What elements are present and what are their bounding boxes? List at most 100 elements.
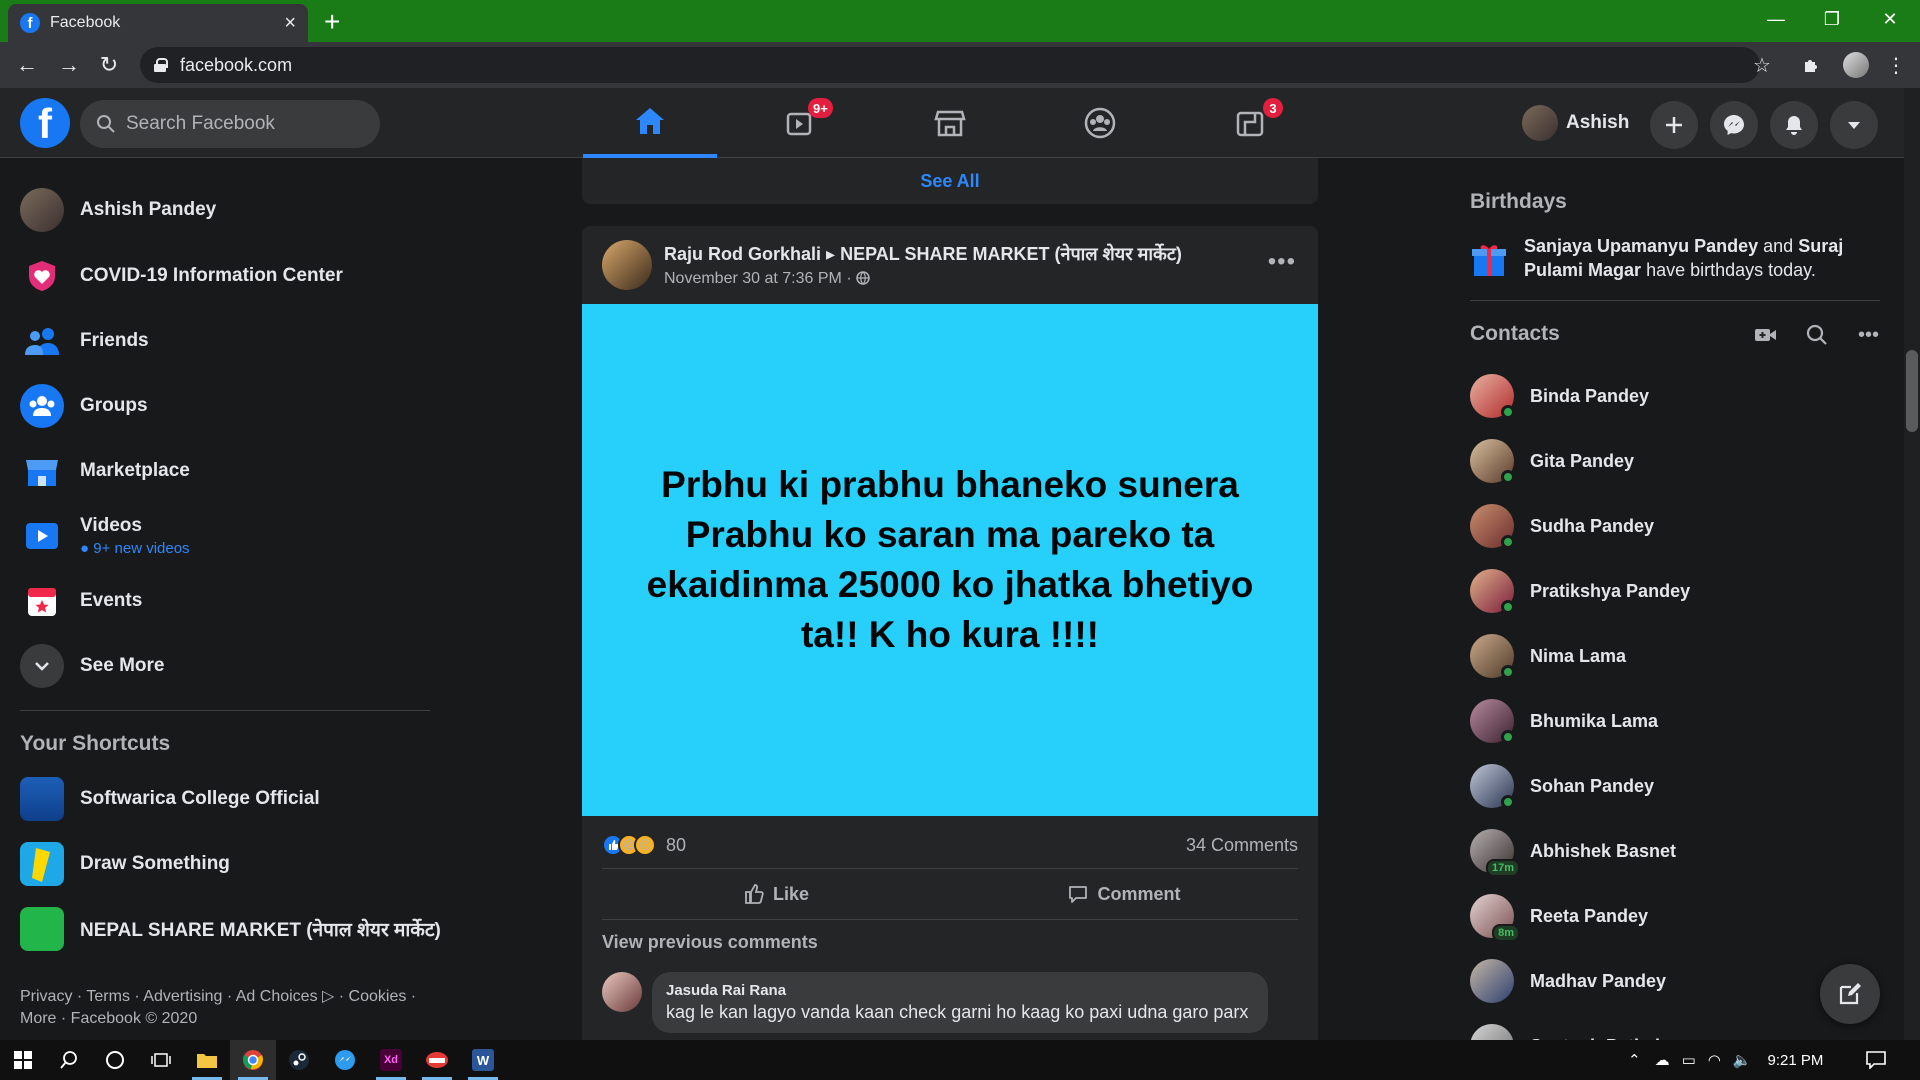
close-tab-icon[interactable]: × [284,12,296,35]
windows-start-icon[interactable] [0,1040,46,1080]
contact-item[interactable]: Sudha Pandey [1470,500,1654,552]
messenger-app-icon[interactable] [322,1040,368,1080]
notifications-center-icon[interactable] [1866,1040,1886,1080]
sidebar-item-covid[interactable]: COVID-19 Information Center [20,248,343,304]
messenger-button[interactable] [1710,101,1758,149]
contact-item[interactable]: Pratikshya Pandey [1470,565,1690,617]
contact-name: Abhishek Basnet [1530,840,1677,861]
contact-item[interactable]: 8m Reeta Pandey [1470,890,1648,942]
comment-count[interactable]: 34 Comments [1186,835,1298,856]
shortcut-draw-something[interactable]: Draw Something [20,836,230,892]
shortcut-softwarica[interactable]: Softwarica College Official [20,771,320,827]
steam-icon[interactable] [276,1040,322,1080]
facebook-logo[interactable]: f [20,98,70,148]
sidebar-item-events[interactable]: Events [20,573,142,629]
browser-profile-avatar[interactable] [1836,42,1876,88]
file-explorer-icon[interactable] [184,1040,230,1080]
footer-links[interactable]: Privacy · Terms · Advertising · Ad Choic… [20,986,440,1030]
volume-icon[interactable]: 🔈 [1733,1051,1752,1069]
tab-gaming[interactable]: 3 [1183,88,1317,158]
shortcut-label: Draw Something [80,853,230,874]
birthday-notice[interactable]: Sanjaya Upamanyu Pandey and Suraj Pulami… [1470,234,1880,282]
new-room-icon[interactable] [1754,318,1778,352]
post-timestamp[interactable]: November 30 at 7:36 PM · [664,270,1182,288]
app-icon[interactable] [414,1040,460,1080]
sidebar-item-label: See More [80,655,165,676]
post-group[interactable]: NEPAL SHARE MARKET (नेपाल शेयर मार्केट) [840,244,1182,264]
battery-icon[interactable]: ▭ [1682,1051,1696,1069]
extensions-puzzle-icon[interactable] [1792,42,1832,88]
page-scrollbar[interactable] [1904,88,1920,1040]
onedrive-icon[interactable]: ☁ [1655,1051,1670,1069]
new-message-button[interactable] [1820,964,1880,1024]
search-icon[interactable] [1806,318,1828,352]
adobe-xd-icon[interactable]: Xd [368,1040,414,1080]
browser-tab[interactable]: f Facebook × [8,4,308,42]
sidebar-item-groups[interactable]: Groups [20,378,148,434]
avatar[interactable] [602,972,642,1012]
minimize-icon[interactable]: — [1748,0,1804,38]
tab-marketplace[interactable] [883,88,1017,158]
chevron-up-icon[interactable]: ⌃ [1628,1051,1641,1069]
new-tab-icon[interactable]: + [324,6,340,38]
sidebar-item-marketplace[interactable]: Marketplace [20,443,190,499]
comment-author[interactable]: Jasuda Rai Rana [666,982,1254,999]
contact-item[interactable]: Madhav Pandey [1470,955,1666,1007]
more-options-icon[interactable]: ••• [1858,318,1879,352]
watch-badge: 9+ [808,98,833,118]
task-view-icon[interactable] [138,1040,184,1080]
view-previous-comments[interactable]: View previous comments [602,932,818,953]
more-options-icon[interactable]: ••• [1268,248,1296,276]
sidebar-item-label: Events [80,590,143,611]
tab-watch[interactable]: 9+ [733,88,867,158]
shortcut-nepal-share-market[interactable]: NEPAL SHARE MARKET (नेपाल शेयर मार्केट) [20,901,441,957]
restore-icon[interactable]: ❐ [1804,0,1860,38]
reload-icon[interactable]: ↻ [88,44,130,86]
comment: Jasuda Rai Rana kag le kan lagyo vanda k… [602,972,1268,1033]
chrome-icon[interactable] [230,1040,276,1080]
tab-home[interactable] [583,88,717,158]
comment-button[interactable]: Comment [950,869,1298,919]
sad-reaction-icon[interactable]: 😣 [634,834,656,856]
footer-line[interactable]: More · Facebook © 2020 [20,1008,440,1030]
wifi-icon[interactable]: ◠ [1708,1051,1721,1069]
contact-name: Binda Pandey [1530,385,1650,406]
contact-item[interactable]: Binda Pandey [1470,370,1649,422]
birthdays-heading: Birthdays [1470,190,1567,213]
avatar[interactable] [602,240,652,290]
sidebar-item-profile[interactable]: Ashish Pandey [20,182,216,238]
profile-shortcut[interactable]: Ashish [1522,102,1629,144]
forward-icon[interactable]: → [48,44,90,86]
tab-groups[interactable] [1033,88,1167,158]
see-all-label[interactable]: See All [920,171,979,192]
sidebar-item-videos[interactable]: Videos ● 9+ new videos [20,508,190,564]
like-button[interactable]: Like [602,869,950,919]
account-menu-button[interactable] [1830,101,1878,149]
post-author[interactable]: Raju Rod Gorkhali [664,244,821,264]
see-all-link[interactable]: See All [582,158,1318,204]
search-icon[interactable] [46,1040,92,1080]
footer-line[interactable]: Privacy · Terms · Advertising · Ad Choic… [20,986,440,1008]
notifications-button[interactable] [1770,101,1818,149]
birthday-name[interactable]: Sanjaya Upamanyu Pandey [1524,236,1758,256]
cortana-icon[interactable] [92,1040,138,1080]
reaction-count[interactable]: 80 [666,835,686,856]
sidebar-see-more[interactable]: See More [20,638,164,694]
contact-item[interactable]: Bhumika Lama [1470,695,1658,747]
contact-item[interactable]: Gita Pandey [1470,435,1634,487]
browser-menu-icon[interactable]: ⋮ [1876,42,1916,88]
contact-item[interactable]: Sohan Pandey [1470,760,1654,812]
clock[interactable]: 9:21 PM [1768,1052,1824,1069]
sidebar-item-friends[interactable]: Friends [20,313,149,369]
online-status-dot [1501,730,1515,744]
scrollbar-thumb[interactable] [1906,350,1918,432]
contact-item[interactable]: 17m Abhishek Basnet [1470,825,1676,877]
bookmark-star-icon[interactable]: ☆ [1742,42,1782,88]
window-close-icon[interactable]: ✕ [1862,0,1918,38]
back-icon[interactable]: ← [6,44,48,86]
word-icon[interactable]: W [460,1040,506,1080]
search-input[interactable]: Search Facebook [80,100,380,148]
create-button[interactable] [1650,101,1698,149]
url-omnibox[interactable]: facebook.com [140,47,1760,83]
contact-item[interactable]: Nima Lama [1470,630,1626,682]
